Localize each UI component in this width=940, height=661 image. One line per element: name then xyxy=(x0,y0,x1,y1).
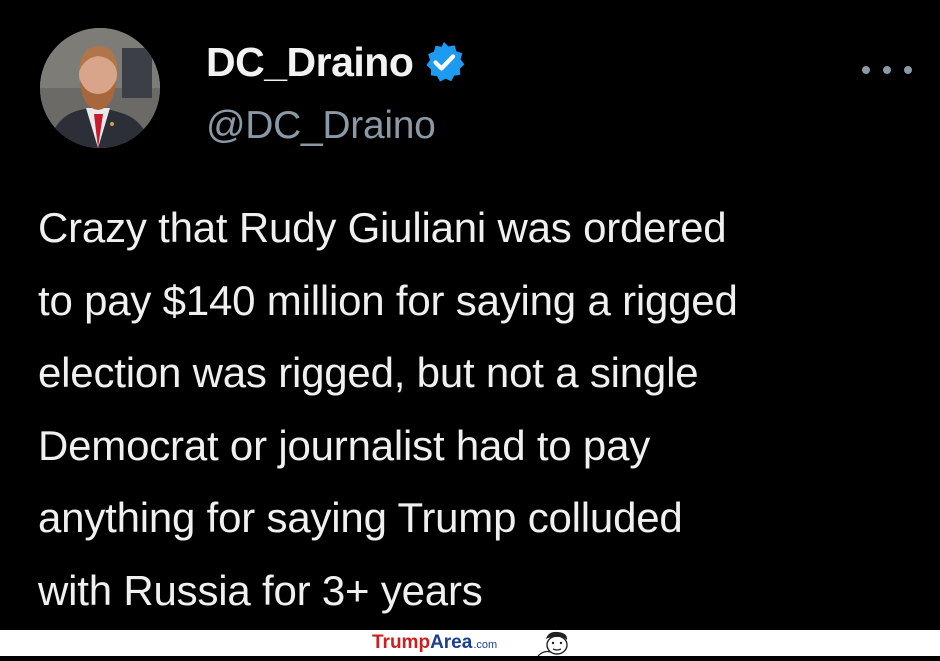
tweet-text-line: to pay $140 million for saying a rigged xyxy=(38,276,738,324)
verified-badge-icon xyxy=(422,40,466,84)
watermark-brand-suffix: .com xyxy=(473,639,498,651)
more-dot xyxy=(904,66,912,74)
watermark-brand-trump: Trump xyxy=(372,632,431,653)
tweet-text-line: Crazy that Rudy Giuliani was ordered xyxy=(38,204,727,251)
author-name-row: DC_Draino xyxy=(206,36,466,88)
more-options-icon[interactable] xyxy=(862,60,912,80)
tweet-text-line: anything for saying Trump colluded xyxy=(38,494,683,541)
more-dot xyxy=(883,66,891,74)
display-name[interactable]: DC_Draino xyxy=(206,39,414,86)
more-dot xyxy=(862,66,870,74)
tweet-text-line: with Russia for 3+ years xyxy=(38,566,483,614)
avatar-portrait xyxy=(40,28,160,148)
tweet-text-line: election was rigged, but not a single xyxy=(38,349,699,396)
tweet-card: DC_Draino @DC_Draino Crazy that Rudy Giu… xyxy=(0,0,940,630)
tweet-text: Crazy that Rudy Giuliani was ordered to … xyxy=(38,192,918,627)
caricature-face-icon xyxy=(536,630,576,657)
tweet-text-line: Democrat or journalist had to pay xyxy=(38,421,651,469)
watermark-logo: Trump Area .com xyxy=(372,632,497,654)
watermark-brand-area: Area xyxy=(430,632,473,653)
user-handle[interactable]: @DC_Draino xyxy=(206,104,436,148)
watermark-bar: Trump Area .com xyxy=(0,630,940,657)
avatar[interactable] xyxy=(40,28,160,148)
